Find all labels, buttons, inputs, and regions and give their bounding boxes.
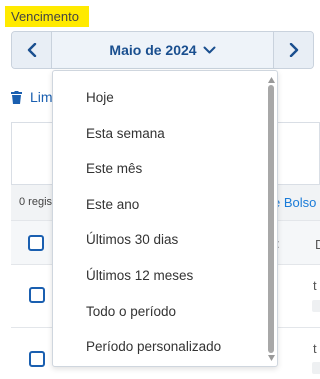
row-chip bbox=[312, 300, 320, 312]
scroll-down-arrow-icon[interactable] bbox=[268, 355, 275, 361]
dropdown-scrollbar[interactable] bbox=[268, 77, 275, 361]
row-chip bbox=[312, 362, 320, 374]
trash-icon bbox=[11, 90, 22, 104]
month-selector[interactable]: Maio de 2024 bbox=[52, 32, 273, 68]
header-fragment-d: D bbox=[315, 237, 320, 252]
option-last-12-months[interactable]: Últimos 12 meses bbox=[53, 258, 277, 294]
chevron-down-icon bbox=[203, 46, 216, 53]
option-this-week[interactable]: Esta semana bbox=[53, 116, 277, 152]
option-custom-period[interactable]: Período personalizado bbox=[53, 329, 277, 365]
previous-month-button[interactable] bbox=[12, 32, 52, 68]
records-count: 0 regis bbox=[19, 196, 53, 208]
chevron-right-icon bbox=[289, 43, 298, 57]
vencimento-label: Vencimento bbox=[5, 6, 89, 27]
option-last-30-days[interactable]: Últimos 30 dias bbox=[53, 222, 277, 258]
clear-filters-button[interactable]: Lim bbox=[11, 89, 53, 105]
row-checkbox[interactable] bbox=[29, 351, 45, 367]
pocket-link[interactable]: e Bolso bbox=[273, 195, 316, 210]
month-navigator: Maio de 2024 bbox=[11, 31, 314, 69]
chevron-left-icon bbox=[27, 43, 36, 57]
scrollbar-thumb[interactable] bbox=[268, 85, 274, 353]
option-this-year[interactable]: Este ano bbox=[53, 187, 277, 223]
row-fragment-t: t bbox=[313, 341, 317, 356]
option-all-time[interactable]: Todo o período bbox=[53, 294, 277, 330]
row-checkbox[interactable] bbox=[29, 287, 45, 303]
next-month-button[interactable] bbox=[273, 32, 313, 68]
row-fragment-t: t bbox=[313, 278, 317, 293]
scroll-up-arrow-icon[interactable] bbox=[268, 77, 275, 83]
option-this-month[interactable]: Este mês bbox=[53, 151, 277, 187]
period-options-list: Hoje Esta semana Este mês Este ano Últim… bbox=[53, 71, 277, 365]
option-today[interactable]: Hoje bbox=[53, 80, 277, 116]
clear-filters-label: Lim bbox=[30, 89, 53, 105]
select-all-checkbox[interactable] bbox=[28, 235, 44, 251]
period-dropdown: Hoje Esta semana Este mês Este ano Últim… bbox=[52, 70, 278, 367]
month-label: Maio de 2024 bbox=[109, 42, 197, 58]
